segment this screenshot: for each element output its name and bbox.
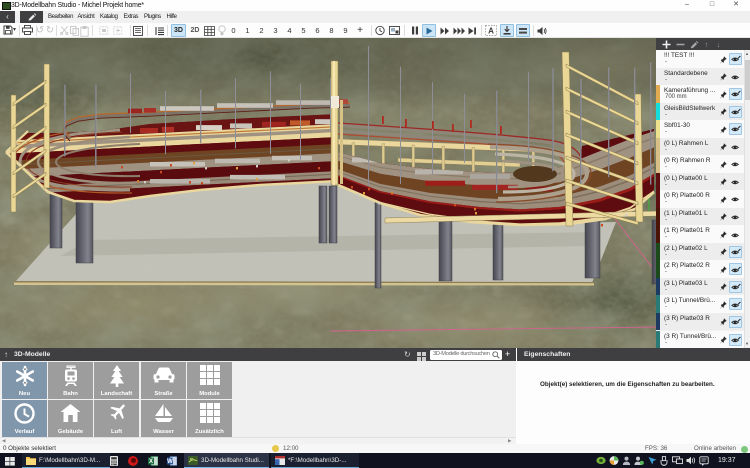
- svg-text:X: X: [149, 459, 153, 465]
- svg-text:A: A: [488, 26, 494, 35]
- svg-text:W: W: [167, 459, 173, 465]
